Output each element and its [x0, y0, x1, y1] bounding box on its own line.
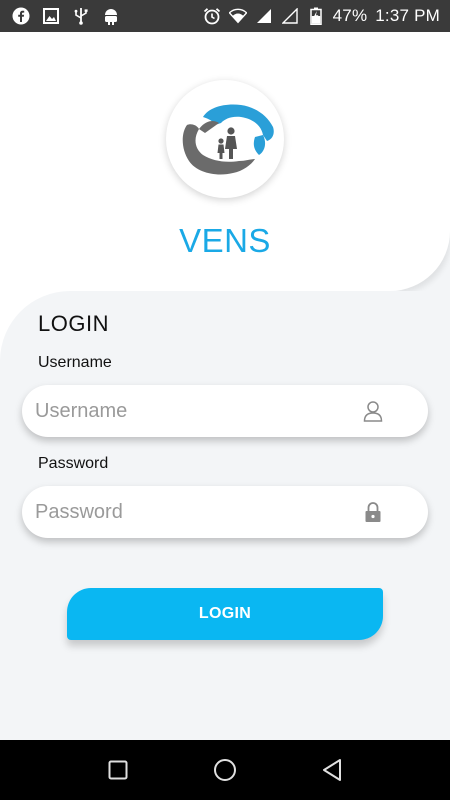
usb-icon [72, 7, 90, 25]
signal-empty-icon [281, 7, 299, 25]
clock-time: 1:37 PM [375, 6, 440, 25]
login-button[interactable]: LOGIN [67, 588, 383, 640]
family-hands-logo-icon [182, 104, 274, 175]
alarm-icon [203, 7, 221, 25]
user-icon [362, 400, 384, 422]
login-screen: 47% 1:37 PM VENS LOGIN Username Username… [0, 0, 450, 800]
status-right-icons: 47% 1:37 PM [203, 6, 440, 26]
facebook-icon [12, 7, 30, 25]
app-title: VENS [179, 222, 271, 259]
wifi-icon [228, 7, 247, 25]
password-input[interactable] [35, 500, 388, 524]
username-field-wrapper [22, 385, 428, 437]
app-logo [166, 80, 284, 198]
battery-percent: 47% [332, 6, 368, 25]
image-icon [42, 7, 60, 25]
system-nav-bar [0, 740, 450, 800]
lock-icon [362, 501, 384, 523]
android-icon [102, 7, 120, 25]
status-bar: 47% 1:37 PM [0, 0, 450, 32]
recents-square-icon[interactable] [100, 752, 136, 788]
back-triangle-icon[interactable] [314, 752, 350, 788]
username-label: Username [38, 354, 112, 371]
signal-icon [255, 7, 273, 25]
password-label: Password [38, 455, 109, 472]
username-input[interactable] [35, 399, 388, 423]
login-heading: LOGIN [38, 311, 109, 336]
battery-icon [307, 7, 325, 25]
password-field-wrapper [22, 486, 428, 538]
status-left-icons [12, 7, 120, 25]
home-circle-icon[interactable] [207, 752, 243, 788]
